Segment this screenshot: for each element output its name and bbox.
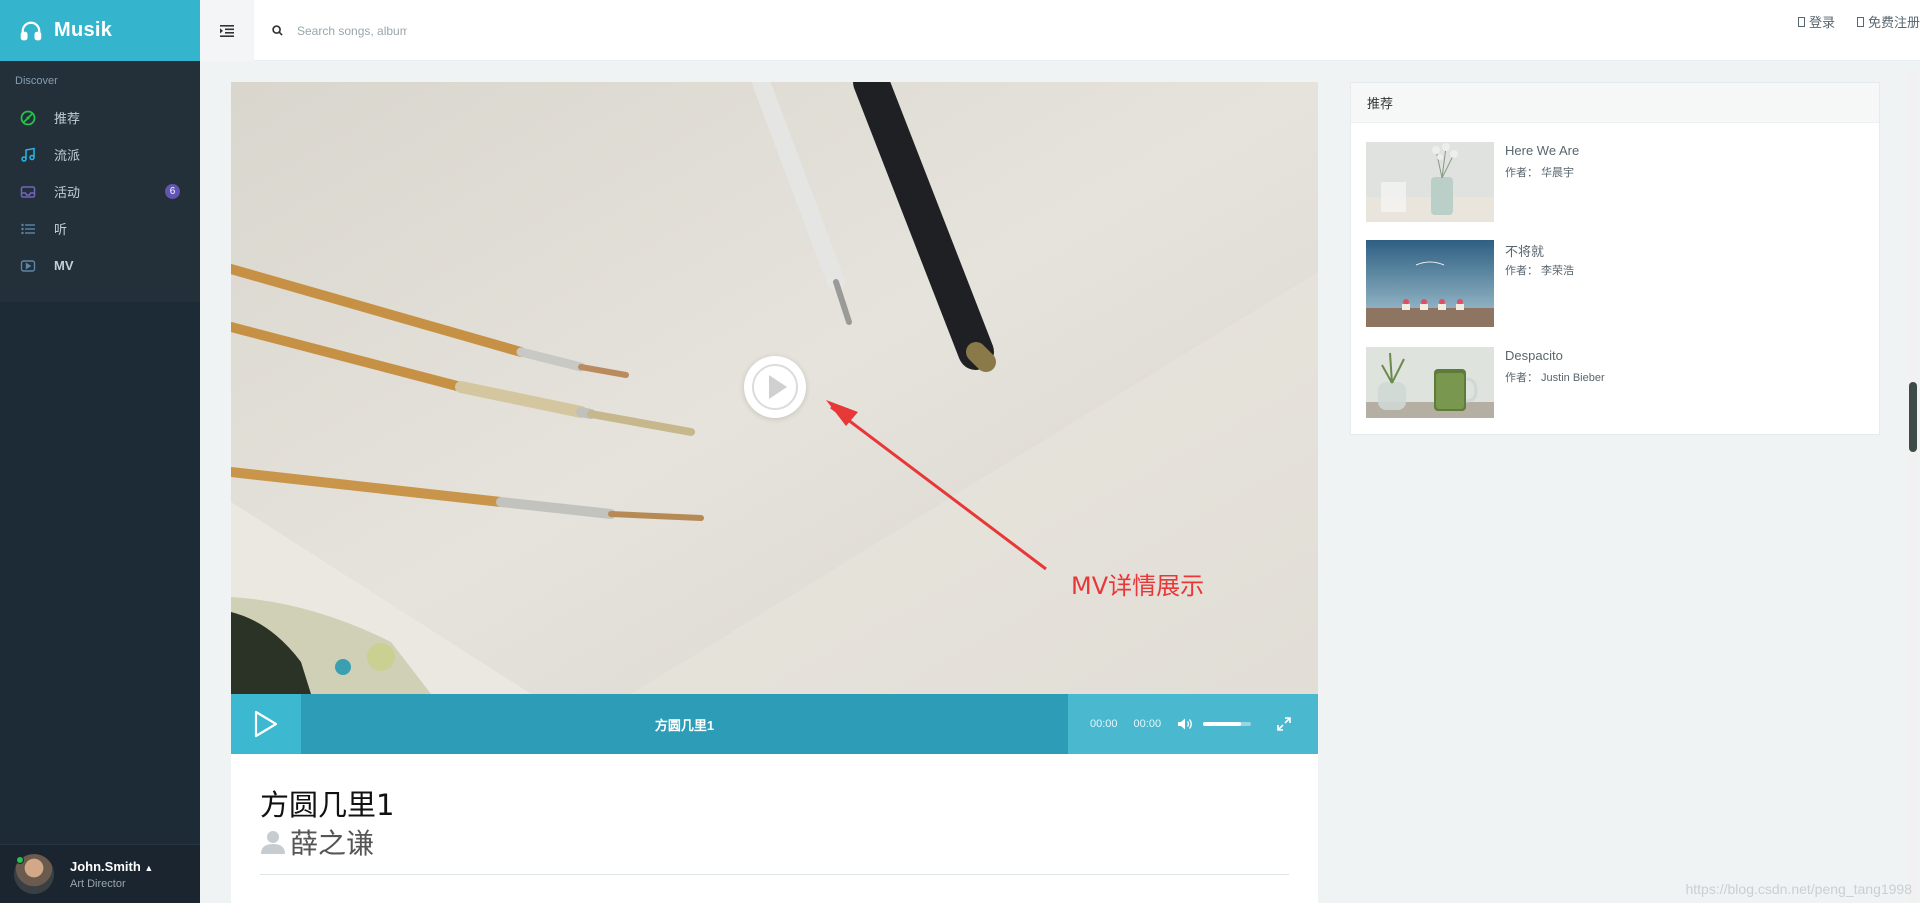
play-icon: [254, 710, 278, 738]
user-icon: [261, 831, 285, 854]
annotation-arrow: [826, 400, 1047, 571]
recommend-name[interactable]: 不将就: [1505, 241, 1544, 260]
mv-artist-row: 薛之谦: [260, 822, 1289, 862]
video-icon: [20, 259, 36, 272]
search-input[interactable]: [297, 23, 407, 38]
player-right-controls: 00:00 00:00: [1068, 694, 1318, 754]
player-track-title: 方圆几里1: [301, 694, 1068, 754]
recommend-panel: 推荐 Here We Are 作者： 华晨宇 不将就 作者： 李荣浩 Despa…: [1350, 82, 1880, 435]
user-plus-icon: [1856, 16, 1864, 27]
scrollbar-thumb[interactable]: [1909, 382, 1917, 452]
video-poster[interactable]: MV详情展示: [231, 82, 1318, 694]
indent-icon: [220, 24, 234, 37]
volume-icon[interactable]: [1177, 717, 1193, 731]
header-links: 登录 免费注册: [1797, 12, 1920, 31]
thumbnail[interactable]: [1366, 142, 1494, 222]
sign-in-icon: [1797, 16, 1805, 27]
player-controls: 方圆几里1 00:00 00:00: [231, 694, 1318, 754]
page-scrollbar[interactable]: [1908, 72, 1918, 903]
recommend-name[interactable]: Despacito: [1505, 348, 1563, 363]
search-icon: [272, 25, 283, 36]
thumbnail-image: [1366, 142, 1494, 222]
volume-slider[interactable]: [1203, 722, 1252, 726]
thumbnail[interactable]: [1366, 347, 1494, 418]
brand[interactable]: Musik: [0, 0, 200, 61]
recommend-author: 作者： 华晨宇: [1505, 167, 1575, 179]
headphones-icon: [20, 21, 42, 40]
sidebar-item-listen[interactable]: 听: [0, 210, 200, 247]
thumbnail[interactable]: [1366, 240, 1494, 327]
register-link[interactable]: 免费注册: [1856, 12, 1920, 31]
list-item[interactable]: 不将就 作者： 李荣浩: [1366, 240, 1866, 327]
sidebar-item-recommend[interactable]: 推荐: [0, 99, 200, 136]
register-label: 免费注册: [1867, 15, 1920, 30]
sidebar-item-genre[interactable]: 流派: [0, 136, 200, 173]
sidebar-item-events[interactable]: 活动 6: [0, 173, 200, 210]
nav-section-header: Discover: [15, 75, 58, 87]
online-status-dot: [16, 856, 24, 864]
watermark: https://blog.csdn.net/peng_tang1998: [1685, 881, 1912, 897]
thumbnail-image: [1366, 347, 1494, 418]
recommend-name[interactable]: Here We Are: [1505, 143, 1579, 158]
sidebar-item-label: 推荐: [54, 111, 81, 126]
sidebar-item-label: MV: [54, 258, 74, 273]
brand-name: Musik: [54, 19, 113, 41]
user-role: Art Director: [70, 877, 126, 890]
menu-toggle-button[interactable]: [200, 0, 254, 61]
top-header: 登录 免费注册: [200, 0, 1920, 61]
list-item[interactable]: Here We Are 作者： 华晨宇: [1366, 142, 1866, 222]
nav-block: Discover 推荐 流派 活动 6 听 MV: [0, 61, 200, 302]
recommend-author: 作者： 李荣浩: [1505, 265, 1575, 277]
events-badge: 6: [165, 184, 180, 199]
user-name: John.Smith: [70, 858, 141, 874]
login-link[interactable]: 登录: [1797, 12, 1835, 31]
mv-artist[interactable]: 薛之谦: [290, 822, 374, 862]
music-note-icon: [21, 147, 35, 162]
duration: 00:00: [1133, 718, 1162, 730]
envelope-icon: [20, 185, 36, 198]
avatar: [14, 854, 54, 894]
mv-title: 方圆几里1: [260, 788, 395, 822]
mv-info: 方圆几里1 薛之谦: [260, 782, 1289, 875]
user-profile[interactable]: John.Smith ▲ Art Director: [0, 844, 200, 903]
sidebar-item-label: 听: [54, 222, 68, 237]
player-play-button[interactable]: [231, 694, 301, 754]
current-time: 00:00: [1090, 718, 1118, 730]
recommend-author: 作者： Justin Bieber: [1505, 372, 1605, 384]
recommend-title: 推荐: [1351, 83, 1879, 123]
annotation-label: MV详情展示: [1071, 572, 1205, 600]
volume-fill: [1203, 722, 1242, 726]
sidebar-item-mv[interactable]: MV: [0, 247, 200, 284]
list-item[interactable]: Despacito 作者： Justin Bieber: [1366, 347, 1866, 427]
user-name-row: John.Smith ▲: [70, 859, 153, 874]
sidebar-item-label: 流派: [54, 148, 81, 163]
mv-panel: MV详情展示 方圆几里1 00:00 00:00 方圆几里1 薛之谦: [231, 82, 1318, 903]
disc-icon: [20, 110, 36, 125]
thumbnail-image: [1366, 240, 1494, 327]
fullscreen-icon[interactable]: [1277, 717, 1291, 731]
sidebar: Musik Discover 推荐 流派 活动 6 听 MV John.Smit…: [0, 0, 200, 903]
search-bar: [272, 0, 407, 61]
list-icon: [21, 223, 35, 234]
login-label: 登录: [1808, 15, 1835, 30]
caret-up-icon: ▲: [144, 862, 154, 873]
sidebar-item-label: 活动: [54, 185, 81, 200]
